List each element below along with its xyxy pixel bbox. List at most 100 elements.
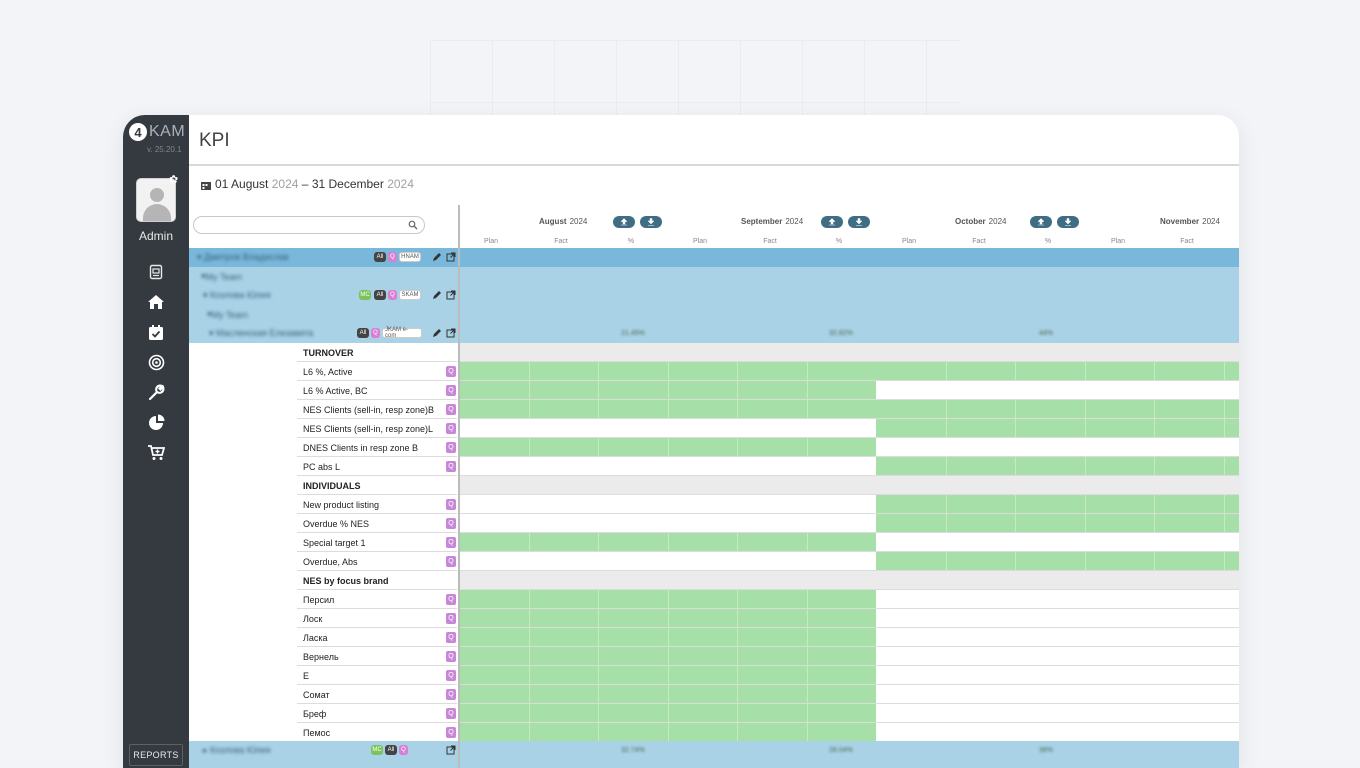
kpi-value-cell[interactable]	[876, 495, 1239, 514]
hierarchy-row[interactable]	[189, 760, 1239, 768]
external-link-icon[interactable]	[446, 328, 456, 338]
kpi-value-cell[interactable]	[459, 609, 876, 628]
q-badge[interactable]: Q	[446, 461, 456, 472]
kpi-value-cell[interactable]	[876, 552, 1239, 571]
kpi-value-cell[interactable]	[876, 514, 1239, 533]
external-link-icon[interactable]	[446, 290, 456, 300]
q-badge[interactable]: Q	[446, 670, 456, 681]
kpi-value-cell[interactable]	[459, 552, 876, 571]
upload-button[interactable]	[1030, 216, 1052, 228]
kpi-value-cell[interactable]	[459, 666, 876, 685]
kpi-row[interactable]: Special target 1 Q	[189, 533, 1239, 552]
kpi-value-cell[interactable]	[459, 628, 876, 647]
kpi-row[interactable]: Сомат Q	[189, 685, 1239, 704]
q-badge[interactable]: Q	[446, 708, 456, 719]
calendar-check-icon[interactable]	[145, 321, 167, 343]
kpi-value-cell[interactable]	[459, 381, 876, 400]
kpi-value-cell[interactable]	[876, 628, 1239, 647]
kpi-value-cell[interactable]	[459, 400, 876, 419]
date-range-filter[interactable]: 01 August 2024 – 31 December 2024	[201, 177, 414, 191]
hierarchy-row[interactable]: ▸ Козлова Юлия MC All Q 32.74% 28.04% 38…	[189, 741, 1239, 760]
tag-all[interactable]: All	[374, 290, 386, 300]
tag-all[interactable]: All	[374, 252, 386, 262]
tag-hnam[interactable]: HNAM	[399, 252, 421, 262]
pencil-icon[interactable]	[432, 290, 442, 300]
kpi-row[interactable]: New product listing Q	[189, 495, 1239, 514]
kpi-row[interactable]: Персил Q	[189, 590, 1239, 609]
external-link-icon[interactable]	[446, 252, 456, 262]
kpi-value-cell[interactable]	[459, 438, 876, 457]
kpi-value-cell[interactable]	[459, 590, 876, 609]
cart-icon[interactable]	[145, 441, 167, 463]
clipboard-icon[interactable]	[145, 261, 167, 283]
tag-mc[interactable]: MC	[359, 290, 371, 300]
hierarchy-row[interactable]: ▾ My Team	[189, 267, 1239, 286]
external-link-icon[interactable]	[446, 745, 456, 755]
tag-all[interactable]: All	[357, 328, 369, 338]
kpi-value-cell[interactable]	[459, 704, 876, 723]
tag-all[interactable]: All	[385, 745, 397, 755]
kpi-row[interactable]: L6 %, Active Q	[189, 362, 1239, 381]
pencil-icon[interactable]	[432, 252, 442, 262]
hierarchy-row[interactable]: ▾ Козлова Юлия MC All Q SKAM	[189, 286, 1239, 305]
kpi-row[interactable]: Ласка Q	[189, 628, 1239, 647]
target-icon[interactable]	[145, 351, 167, 373]
q-badge[interactable]: Q	[446, 537, 456, 548]
q-badge[interactable]: Q	[446, 366, 456, 377]
tag-q[interactable]: Q	[388, 290, 397, 300]
tag-skam[interactable]: SKAM	[399, 290, 421, 300]
hierarchy-row[interactable]: ▾ My Team	[189, 305, 1239, 324]
kpi-value-cell[interactable]	[459, 533, 876, 552]
kpi-value-cell[interactable]	[876, 533, 1239, 552]
kpi-value-cell[interactable]	[876, 590, 1239, 609]
kpi-row[interactable]: Бреф Q	[189, 704, 1239, 723]
kpi-value-cell[interactable]	[459, 495, 876, 514]
tag-q[interactable]: Q	[399, 745, 408, 755]
kpi-value-cell[interactable]	[876, 438, 1239, 457]
kpi-row[interactable]: PC abs L Q	[189, 457, 1239, 476]
kpi-value-cell[interactable]	[876, 685, 1239, 704]
q-badge[interactable]: Q	[446, 651, 456, 662]
q-badge[interactable]: Q	[446, 689, 456, 700]
kpi-value-cell[interactable]	[876, 666, 1239, 685]
pie-chart-icon[interactable]	[145, 411, 167, 433]
kpi-value-cell[interactable]	[876, 419, 1239, 438]
pencil-icon[interactable]	[432, 328, 442, 338]
hierarchy-row[interactable]: ▾ Масленская Елизавета All Q JKAM e-com …	[189, 324, 1239, 343]
q-badge[interactable]: Q	[446, 727, 456, 738]
kpi-row[interactable]: NES Clients (sell-in, resp zone)L Q	[189, 419, 1239, 438]
kpi-value-cell[interactable]	[459, 457, 876, 476]
kpi-value-cell[interactable]	[459, 419, 876, 438]
upload-button[interactable]	[613, 216, 635, 228]
q-badge[interactable]: Q	[446, 518, 456, 529]
q-badge[interactable]: Q	[446, 556, 456, 567]
kpi-row[interactable]: Overdue, Abs Q	[189, 552, 1239, 571]
kpi-row[interactable]: L6 % Active, BC Q	[189, 381, 1239, 400]
download-button[interactable]	[1057, 216, 1079, 228]
q-badge[interactable]: Q	[446, 423, 456, 434]
home-icon[interactable]	[145, 291, 167, 313]
kpi-value-cell[interactable]	[876, 400, 1239, 419]
reports-button[interactable]: REPORTS	[129, 744, 183, 766]
kpi-row[interactable]: Пемос Q	[189, 723, 1239, 742]
kpi-value-cell[interactable]	[459, 685, 876, 704]
kpi-value-cell[interactable]	[459, 647, 876, 666]
search-input[interactable]	[193, 216, 425, 234]
q-badge[interactable]: Q	[446, 385, 456, 396]
kpi-row[interactable]: DNES Clients in resp zone B Q	[189, 438, 1239, 457]
kpi-value-cell[interactable]	[876, 647, 1239, 666]
q-badge[interactable]: Q	[446, 632, 456, 643]
upload-button[interactable]	[821, 216, 843, 228]
hierarchy-row[interactable]: ▾ Дмитров Владислав All Q HNAM	[189, 248, 1239, 267]
kpi-value-cell[interactable]	[459, 362, 876, 381]
kpi-row[interactable]: Вернель Q	[189, 647, 1239, 666]
q-badge[interactable]: Q	[446, 404, 456, 415]
wrench-icon[interactable]	[145, 381, 167, 403]
q-badge[interactable]: Q	[446, 613, 456, 624]
kpi-value-cell[interactable]	[876, 609, 1239, 628]
q-badge[interactable]: Q	[446, 594, 456, 605]
kpi-row[interactable]: Лоск Q	[189, 609, 1239, 628]
tag-q[interactable]: Q	[371, 328, 380, 338]
tag-mc[interactable]: MC	[371, 745, 383, 755]
q-badge[interactable]: Q	[446, 499, 456, 510]
